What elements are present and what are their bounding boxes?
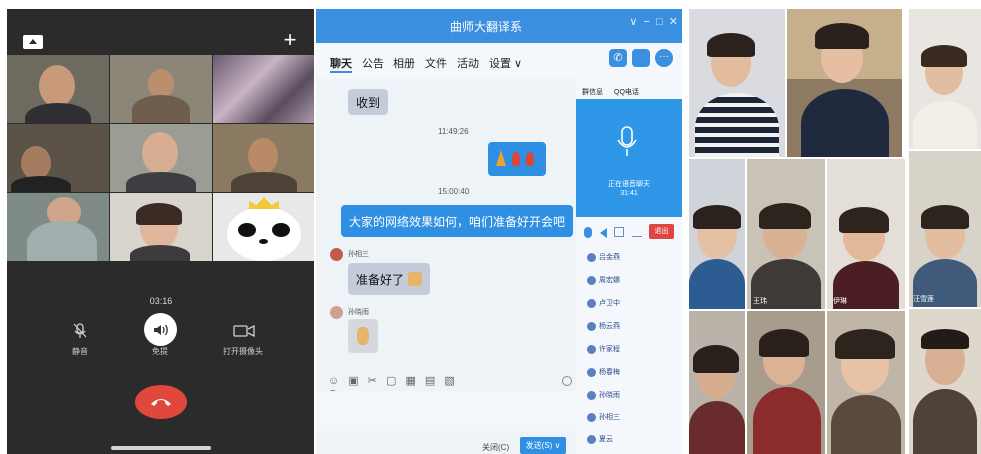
message-bubble-sent: 大家的网络效果如何，咱们准备好开会吧 <box>341 205 574 237</box>
tab-album[interactable]: 相册 <box>393 55 415 71</box>
video-tile-3[interactable] <box>909 9 981 149</box>
participant-name: 王玮 <box>753 298 767 305</box>
mute-label: 静音 <box>72 347 88 356</box>
avatar <box>587 321 596 331</box>
message-bubble-received: 收到 <box>348 89 389 115</box>
history-clock-icon[interactable] <box>562 376 572 386</box>
member-item[interactable]: 吕金燕 <box>587 252 620 262</box>
tab-qq-call[interactable]: QQ电话 <box>614 87 639 97</box>
video-tile-8[interactable] <box>689 311 745 454</box>
sender-name: 孙相三 <box>348 251 369 258</box>
participant-name: 汪雪莲 <box>913 296 934 303</box>
video-tile-2[interactable] <box>787 9 902 157</box>
avatar <box>587 367 596 377</box>
message-bubble-received: 准备好了 <box>348 263 431 295</box>
more-icon[interactable]: ··· <box>655 49 673 67</box>
avatar <box>587 252 596 262</box>
mic-toggle-icon[interactable] <box>584 227 592 238</box>
member-item[interactable]: 孙相三 <box>587 412 620 422</box>
tab-group-info[interactable]: 群信息 <box>582 87 603 97</box>
signal-icon <box>632 229 642 237</box>
video-tile-11[interactable] <box>909 309 981 454</box>
call-status: 正在语音聊天 <box>608 181 650 188</box>
avatar <box>330 248 343 261</box>
speaker-button[interactable] <box>144 313 177 346</box>
call-timer: 31:41 <box>620 190 638 197</box>
speaker-icon <box>153 324 168 335</box>
camera-label: 打开摄像头 <box>223 347 263 356</box>
mute-button[interactable] <box>65 316 95 346</box>
video-tile-8[interactable] <box>110 193 212 261</box>
avatar <box>587 390 596 400</box>
emoji-message-bubble <box>488 142 546 176</box>
speaker-label: 免提 <box>152 347 168 356</box>
minimize-icon[interactable] <box>23 35 43 49</box>
video-tile-1[interactable] <box>689 9 785 157</box>
video-tile-4[interactable] <box>7 124 109 192</box>
send-button[interactable]: 发送(S) ∨ <box>520 437 566 454</box>
video-tile-3[interactable] <box>213 55 314 123</box>
tab-announcement[interactable]: 公告 <box>362 55 384 71</box>
microphone-icon <box>617 126 637 156</box>
member-item[interactable]: 孙晓雨 <box>587 390 620 400</box>
video-tile-2[interactable] <box>110 55 212 123</box>
call-duration: 03:16 <box>149 296 173 306</box>
message-input[interactable] <box>316 391 576 431</box>
tab-chat[interactable]: 聊天 <box>330 55 352 73</box>
qq-group-chat-window: 曲师大翻译系 ∨ − □ ✕ 聊天 公告 相册 文件 活动 设置 ∨ ✆ ···… <box>316 9 682 454</box>
avatar <box>330 306 343 319</box>
phone-hangup-icon <box>151 399 171 406</box>
sender-name: 孙晓雨 <box>348 309 369 316</box>
close-button[interactable]: 关闭(C) <box>482 442 509 453</box>
tab-activity[interactable]: 活动 <box>457 55 479 71</box>
screen-icon[interactable] <box>614 227 624 237</box>
video-tile-1[interactable] <box>7 55 109 123</box>
avatar <box>587 344 596 354</box>
participant-name: 伊琳 <box>833 298 847 305</box>
member-item[interactable]: 卢卫中 <box>587 298 620 308</box>
window-title: 曲师大翻译系 <box>449 20 522 34</box>
video-tile-9[interactable] <box>747 311 825 454</box>
volume-icon[interactable] <box>600 228 607 238</box>
window-controls[interactable]: ∨ − □ ✕ <box>608 15 678 31</box>
video-tile-5[interactable]: 王玮 <box>747 159 825 309</box>
tab-settings[interactable]: 设置 ∨ <box>489 55 522 71</box>
member-item[interactable]: 夏云 <box>587 434 613 444</box>
member-item[interactable]: 杨云燕 <box>587 321 620 331</box>
microphone-icon <box>73 323 87 338</box>
video-call-panel: + 03:16 静音 免提 打开摄像头 <box>7 9 314 454</box>
tab-files[interactable]: 文件 <box>425 55 447 71</box>
voice-call-card <box>576 99 682 217</box>
sticker-message <box>348 319 378 353</box>
video-gallery: 王玮 伊琳 汪雪莲 <box>687 9 981 454</box>
message-text: 准备好了 <box>356 272 405 287</box>
phone-call-icon[interactable]: ✆ <box>609 49 627 67</box>
add-participant-icon[interactable]: + <box>279 29 301 51</box>
avatar <box>587 298 596 308</box>
avatar <box>587 275 596 285</box>
member-item[interactable]: 周宏娜 <box>587 275 620 285</box>
video-camera-icon <box>233 325 255 337</box>
video-tile-5[interactable] <box>110 124 212 192</box>
member-item[interactable]: 杨春梅 <box>587 367 620 377</box>
video-tile-7[interactable] <box>7 193 109 261</box>
video-tile-6[interactable] <box>213 124 314 192</box>
video-tile-7[interactable]: 汪雪莲 <box>909 151 981 307</box>
video-tile-10[interactable] <box>827 311 905 454</box>
avatar <box>587 434 596 444</box>
hang-up-button[interactable] <box>135 385 187 419</box>
video-tile-4[interactable] <box>689 159 745 309</box>
screen-share-icon[interactable] <box>632 49 650 67</box>
panda-avatar[interactable] <box>213 193 314 261</box>
input-toolbar[interactable]: ☺ ▣ ✂ ▢ ▦ ▤ ▧ ◷ <box>328 374 468 400</box>
camera-button[interactable] <box>229 316 259 346</box>
message-timestamp: 11:49:26 <box>438 127 469 136</box>
exit-call-button[interactable]: 退出 <box>649 224 674 239</box>
home-indicator <box>111 446 211 450</box>
member-item[interactable]: 许家程 <box>587 344 620 354</box>
avatar <box>587 412 596 422</box>
message-timestamp: 15:00:40 <box>438 187 470 196</box>
video-tile-6[interactable]: 伊琳 <box>827 159 905 309</box>
emoji-icon <box>408 272 423 286</box>
